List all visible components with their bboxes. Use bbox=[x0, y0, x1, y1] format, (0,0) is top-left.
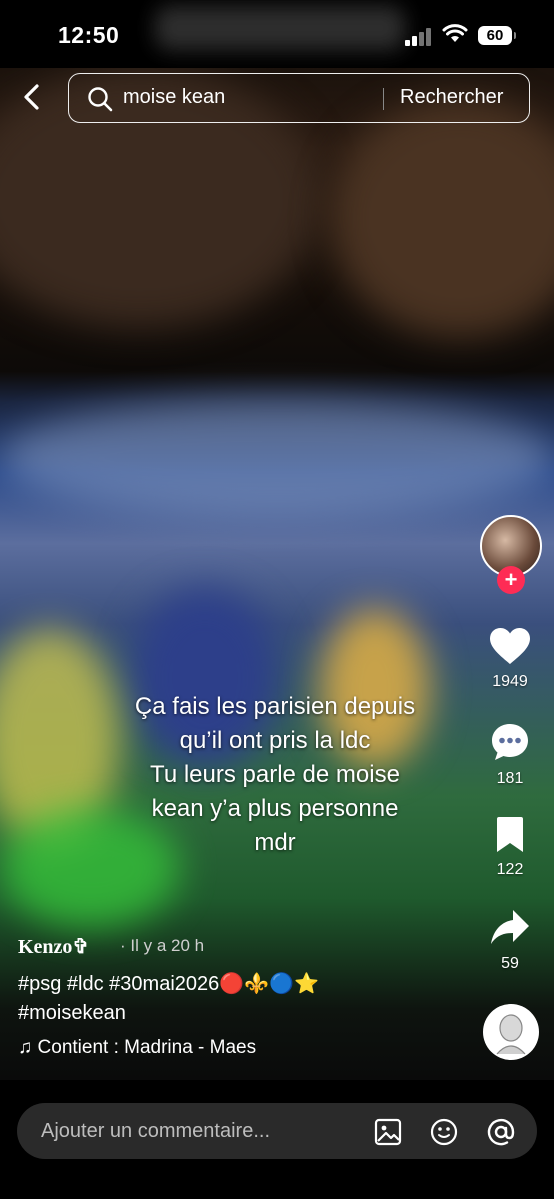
search-input[interactable]: moise kean bbox=[123, 86, 225, 109]
heart-icon bbox=[490, 628, 530, 664]
emoji-icon[interactable] bbox=[429, 1117, 461, 1147]
post-description[interactable]: #psg #ldc #30mai2026🔴⚜️🔵⭐ #moisekean bbox=[18, 970, 458, 1028]
video-crowd-blur bbox=[0, 398, 554, 518]
comment-input[interactable]: Ajouter un commentaire... bbox=[17, 1103, 537, 1159]
sound-disc[interactable] bbox=[483, 1004, 539, 1060]
comment-icon bbox=[492, 724, 528, 760]
share-icon bbox=[491, 910, 529, 944]
search-divider bbox=[383, 88, 384, 110]
post-time-ago: · Il y a 20 h bbox=[120, 936, 205, 955]
battery-icon: 60 bbox=[478, 26, 516, 45]
comment-count: 181 bbox=[496, 770, 524, 787]
creator-username[interactable]: Kenzo✞ bbox=[18, 934, 89, 959]
cellular-signal-icon bbox=[405, 28, 433, 46]
search-icon bbox=[88, 87, 113, 112]
music-title: Contient : Madrina - Maes bbox=[37, 1037, 257, 1058]
search-bar[interactable]: moise kean Rechercher bbox=[68, 73, 530, 123]
dynamic-island bbox=[155, 6, 405, 50]
video-caption: Ça fais les parisien depuis qu’il ont pr… bbox=[134, 693, 416, 856]
status-time: 12:50 bbox=[58, 22, 120, 48]
comment-placeholder: Ajouter un commentaire... bbox=[41, 1120, 270, 1142]
music-note-icon: ♫ bbox=[18, 1037, 33, 1058]
comment-button[interactable]: 181 bbox=[478, 721, 542, 788]
status-bar: 12:50 60 bbox=[0, 0, 554, 68]
share-button[interactable]: 59 bbox=[478, 908, 542, 973]
music-info[interactable]: ♫ Contient : Madrina - Maes bbox=[18, 1037, 256, 1059]
search-button[interactable]: Rechercher bbox=[400, 86, 503, 109]
sound-thumbnail bbox=[496, 1014, 526, 1055]
save-button[interactable]: 122 bbox=[478, 816, 542, 879]
wifi-icon bbox=[442, 24, 468, 42]
like-button[interactable]: 1949 bbox=[478, 626, 542, 691]
video-blur-shape bbox=[330, 98, 554, 338]
share-count: 59 bbox=[501, 955, 519, 972]
video-player[interactable] bbox=[0, 68, 554, 1080]
follow-button[interactable]: + bbox=[497, 566, 525, 594]
save-count: 122 bbox=[496, 861, 524, 878]
bookmark-icon bbox=[497, 817, 523, 852]
like-count: 1949 bbox=[492, 673, 528, 690]
back-icon[interactable] bbox=[18, 82, 48, 112]
mention-icon[interactable] bbox=[485, 1117, 517, 1147]
image-icon[interactable] bbox=[373, 1117, 403, 1147]
